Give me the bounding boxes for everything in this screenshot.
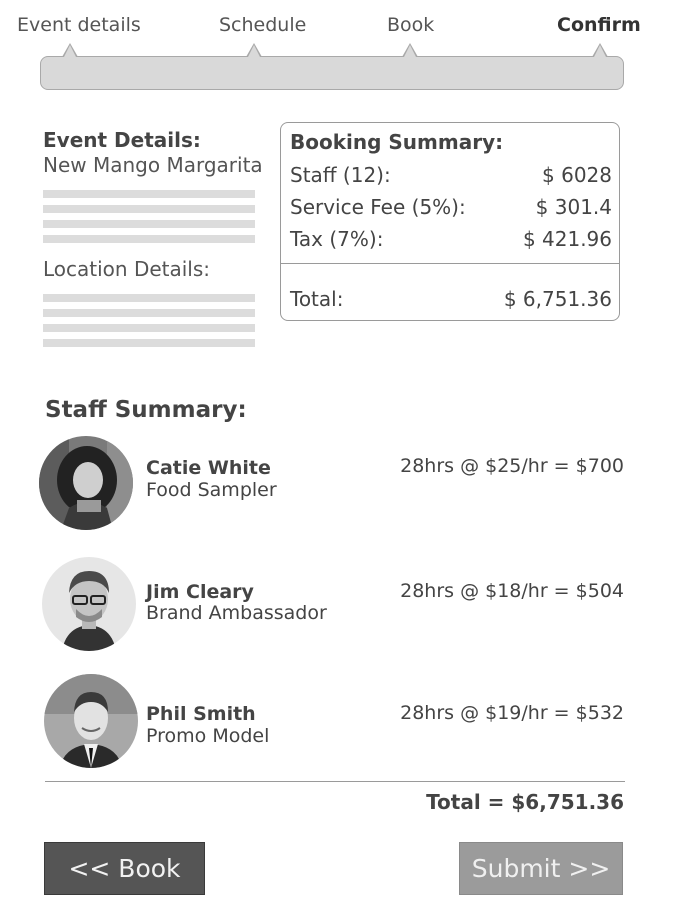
- avatar-jim-cleary: [42, 557, 136, 651]
- avatar-photo-icon: [44, 674, 138, 768]
- booking-divider: [281, 263, 619, 264]
- back-to-book-button[interactable]: << Book: [44, 842, 205, 895]
- step-schedule[interactable]: Schedule: [219, 14, 306, 36]
- avatar-photo-icon: [42, 557, 136, 651]
- location-placeholder-line: [43, 339, 255, 347]
- event-details-placeholder-line: [43, 190, 255, 198]
- booking-total-value: $ 6,751.36: [503, 287, 612, 311]
- step-marker-event-details: [62, 43, 78, 57]
- location-placeholder-line: [43, 324, 255, 332]
- event-details-placeholder-line: [43, 220, 255, 228]
- booking-total-row: Total: $ 6,751.36: [290, 287, 612, 311]
- booking-row-value: $ 301.4: [535, 195, 612, 219]
- booking-row-label: Tax (7%):: [290, 227, 384, 251]
- progress-track: [40, 56, 624, 90]
- step-marker-confirm: [592, 43, 608, 57]
- event-details-placeholder-line: [43, 235, 255, 243]
- step-confirm[interactable]: Confirm: [557, 14, 641, 36]
- booking-row-label: Staff (12):: [290, 163, 391, 187]
- staff-role: Brand Ambassador: [146, 602, 327, 624]
- booking-row-value: $ 421.96: [522, 227, 612, 251]
- booking-row-service-fee: Service Fee (5%): $ 301.4: [290, 195, 612, 219]
- booking-row-tax: Tax (7%): $ 421.96: [290, 227, 612, 251]
- staff-total-divider: [45, 781, 625, 782]
- staff-role: Food Sampler: [146, 479, 277, 501]
- event-details-heading: Event Details:: [43, 128, 201, 152]
- staff-rate: 28hrs @ $19/hr = $532: [400, 702, 624, 724]
- booking-summary-card: Booking Summary: Staff (12): $ 6028 Serv…: [280, 122, 620, 321]
- staff-grand-total: Total = $6,751.36: [426, 790, 624, 814]
- booking-row-staff: Staff (12): $ 6028: [290, 163, 612, 187]
- booking-row-label: Service Fee (5%):: [290, 195, 466, 219]
- event-details-placeholder-line: [43, 205, 255, 213]
- booking-row-value: $ 6028: [542, 163, 612, 187]
- avatar-phil-smith: [44, 674, 138, 768]
- staff-summary-heading: Staff Summary:: [45, 397, 247, 423]
- staff-rate: 28hrs @ $25/hr = $700: [400, 455, 624, 477]
- staff-role: Promo Model: [146, 725, 270, 747]
- step-event-details[interactable]: Event details: [17, 14, 141, 36]
- staff-name: Jim Cleary: [146, 581, 254, 603]
- step-book[interactable]: Book: [387, 14, 434, 36]
- step-marker-schedule: [246, 43, 262, 57]
- event-name: New Mango Margarita: [43, 153, 263, 177]
- staff-rate: 28hrs @ $18/hr = $504: [400, 580, 624, 602]
- step-marker-book: [402, 43, 418, 57]
- location-placeholder-line: [43, 294, 255, 302]
- booking-summary-title: Booking Summary:: [290, 130, 504, 154]
- location-placeholder-line: [43, 309, 255, 317]
- avatar-photo-icon: [39, 436, 133, 530]
- staff-name: Catie White: [146, 457, 271, 479]
- location-details-heading: Location Details:: [43, 257, 211, 281]
- staff-name: Phil Smith: [146, 703, 256, 725]
- avatar-catie-white: [39, 436, 133, 530]
- booking-total-label: Total:: [290, 287, 344, 311]
- submit-button[interactable]: Submit >>: [459, 842, 623, 895]
